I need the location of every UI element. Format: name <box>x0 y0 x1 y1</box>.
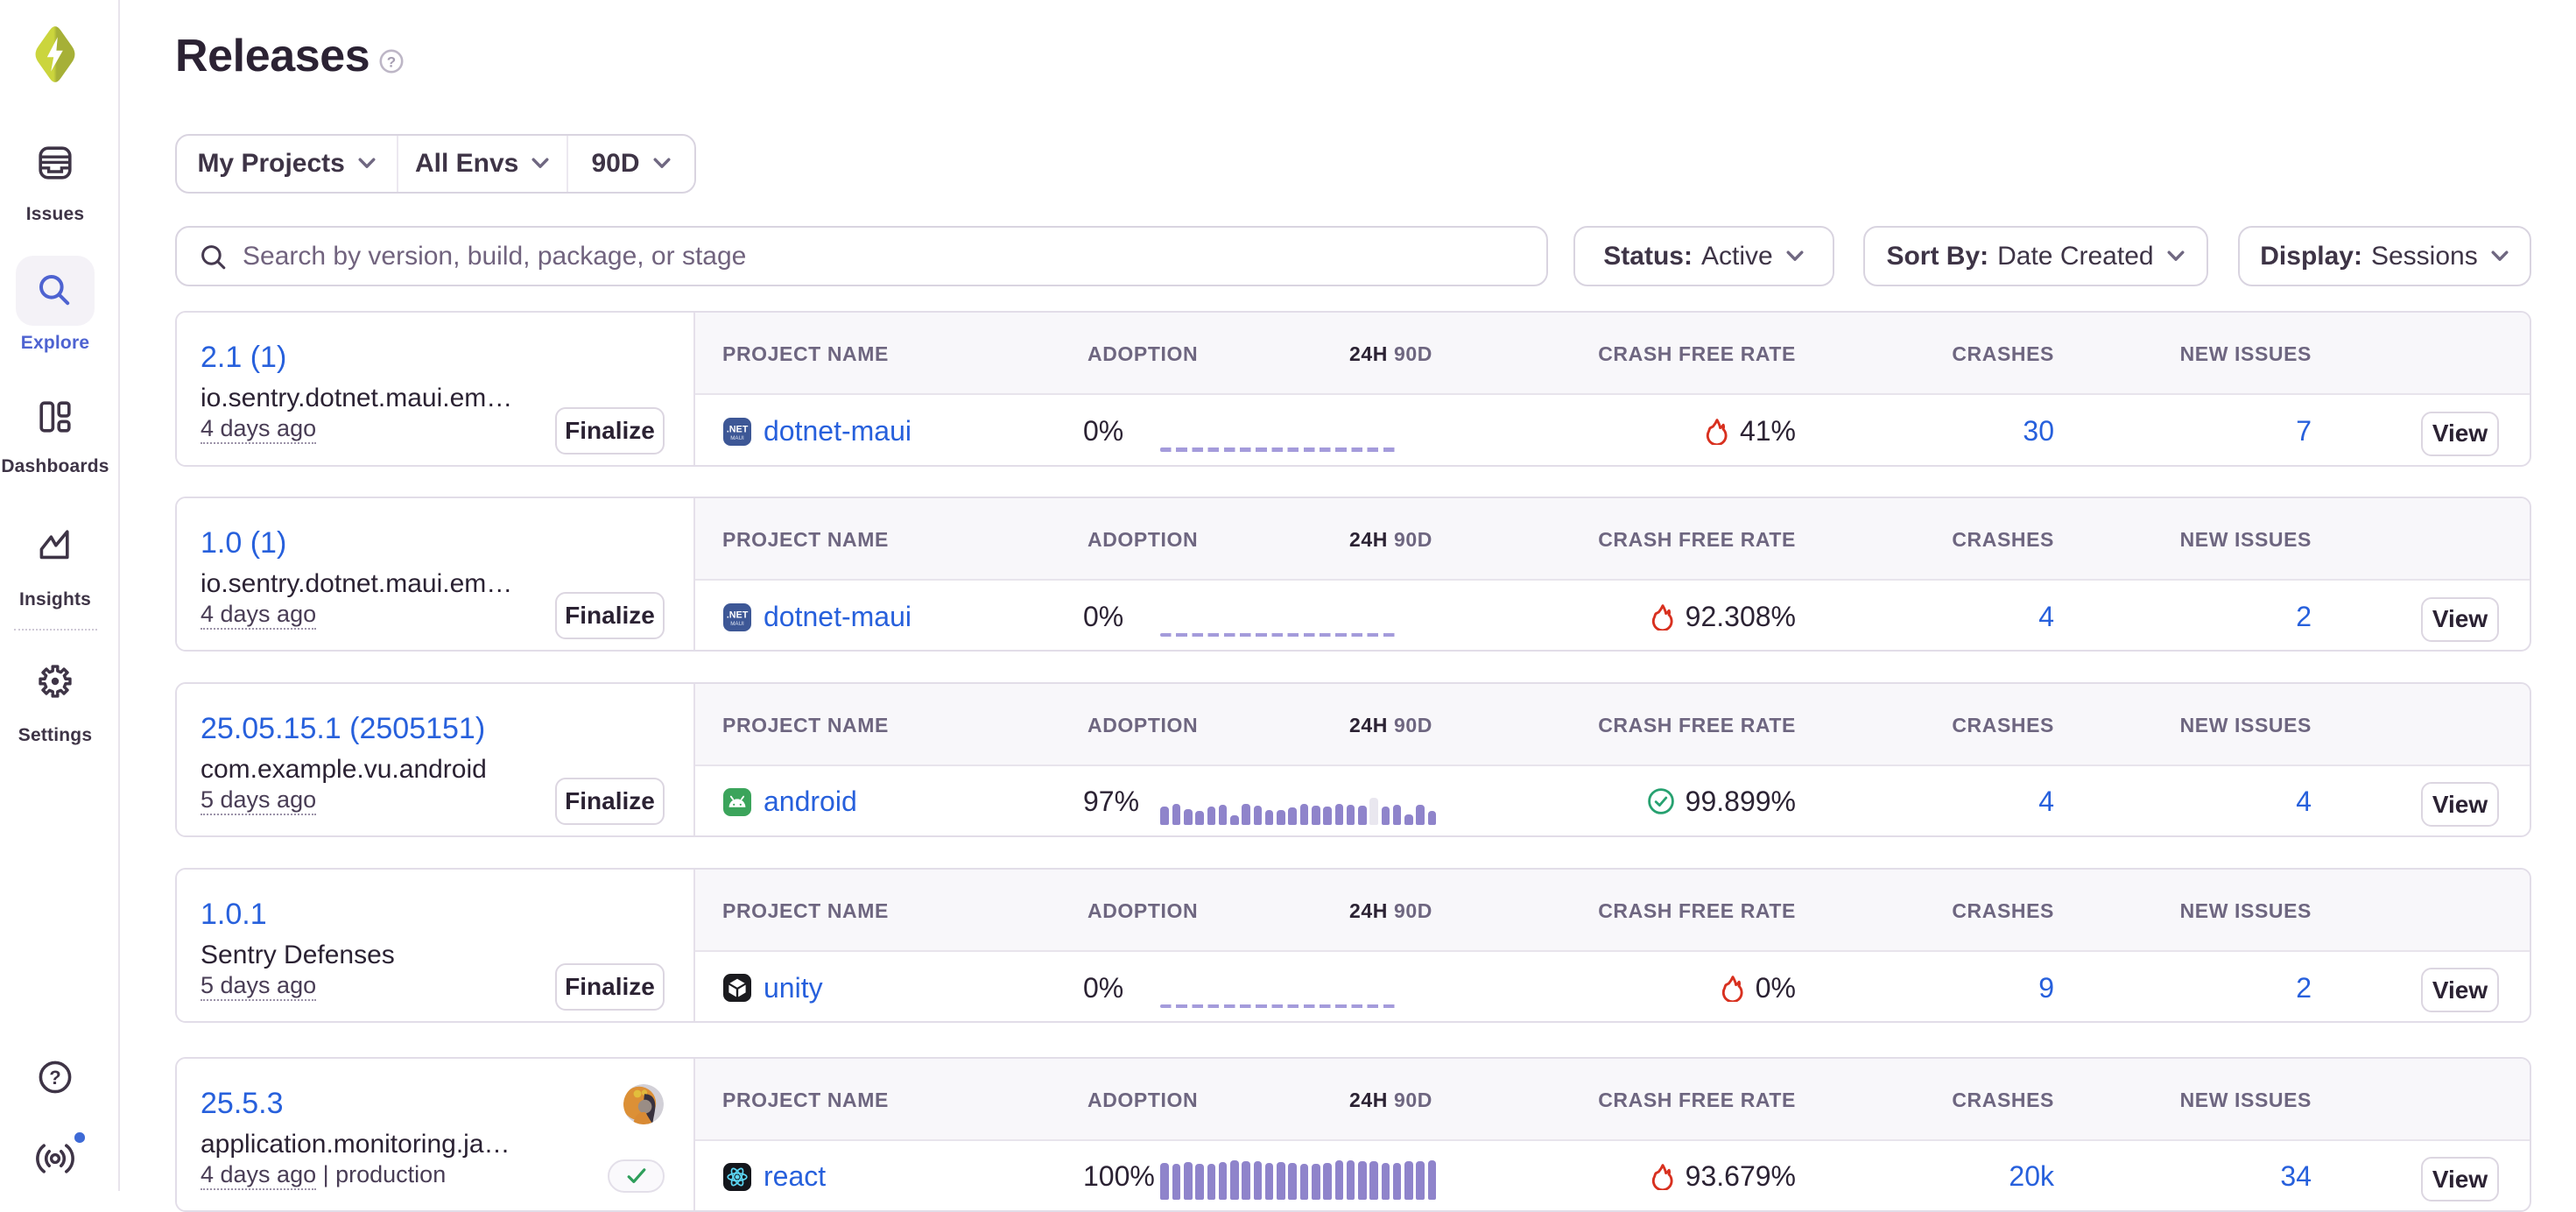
svg-text:.NET: .NET <box>727 610 749 620</box>
svg-text:?: ? <box>387 54 396 71</box>
svg-text:MAUI: MAUI <box>730 620 744 626</box>
svg-text:MAUI: MAUI <box>730 435 744 441</box>
svg-text:?: ? <box>49 1067 60 1089</box>
svg-text:.NET: .NET <box>727 424 749 434</box>
